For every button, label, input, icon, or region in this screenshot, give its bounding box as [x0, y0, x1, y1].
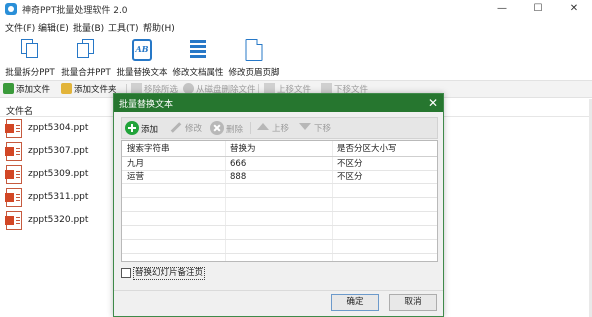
split-ppt-button[interactable]: 批量拆分PPT: [2, 36, 58, 78]
table-cell[interactable]: 888: [230, 172, 246, 183]
column-header-replace[interactable]: 替换为: [230, 144, 256, 155]
replace-text-button[interactable]: AB 批量替换文本: [114, 36, 170, 78]
file-row[interactable]: zppt5304.ppt: [5, 119, 126, 139]
column-header-search[interactable]: 搜索字符串: [127, 144, 170, 155]
main-toolbar: 批量拆分PPT 批量合并PPT AB 批量替换文本 修改文档属性 修改页眉页脚: [0, 36, 592, 78]
replace-text-dialog: 批量替换文本 ✕ 添加 修改 删除 上移 下移 搜索字符串 替换为 是否分区大小…: [113, 93, 444, 317]
merge-docs-icon: [77, 39, 95, 59]
add-folder-button[interactable]: 添加文件夹: [61, 83, 117, 97]
file-row[interactable]: zppt5311.ppt: [5, 188, 126, 208]
merge-ppt-button[interactable]: 批量合并PPT: [58, 36, 114, 78]
table-cell[interactable]: 不区分: [337, 159, 363, 170]
ppt-file-icon: [5, 188, 22, 207]
column-header-case[interactable]: 是否分区大小写: [337, 144, 397, 155]
header-footer-page-icon: [245, 39, 263, 61]
ok-button[interactable]: 确定: [331, 294, 379, 311]
file-name: zppt5309.ppt: [28, 169, 89, 179]
file-row[interactable]: zppt5320.ppt: [5, 211, 126, 231]
move-down-rule-button[interactable]: 下移: [299, 121, 331, 137]
split-ppt-label: 批量拆分PPT: [5, 68, 55, 78]
menu-tools[interactable]: 工具(T): [108, 21, 139, 34]
ppt-file-icon: [5, 165, 22, 184]
window-title: 神奇PPT批量处理软件 2.0: [22, 6, 128, 16]
add-rule-button[interactable]: 添加: [125, 121, 158, 137]
file-name: zppt5304.ppt: [28, 123, 89, 133]
replace-rules-table: 搜索字符串 替换为 是否分区大小写 九月 666 不区分 运营 888 不区分: [121, 140, 438, 262]
main-window: 神奇PPT批量处理软件 2.0 — ☐ ✕ 文件(F) 编辑(E) 批量(B) …: [0, 0, 592, 317]
menu-edit[interactable]: 编辑(E): [38, 21, 69, 34]
header-footer-label: 修改页眉页脚: [228, 68, 280, 78]
maximize-button[interactable]: ☐: [524, 1, 552, 17]
minimize-button[interactable]: —: [488, 1, 516, 17]
file-name: zppt5311.ppt: [28, 192, 89, 202]
menu-help[interactable]: 帮助(H): [143, 21, 175, 34]
replace-text-icon: AB: [132, 39, 152, 61]
properties-list-icon: [190, 39, 206, 59]
replace-notes-label[interactable]: 替换幻灯片备注页: [133, 267, 206, 280]
replace-notes-checkbox[interactable]: [121, 268, 131, 278]
ppt-file-icon: [5, 142, 22, 161]
menu-batch[interactable]: 批量(B): [73, 21, 104, 34]
replace-text-label: 批量替换文本: [116, 68, 168, 78]
file-row[interactable]: zppt5309.ppt: [5, 165, 126, 185]
move-up-rule-button[interactable]: 上移: [257, 121, 289, 137]
ppt-file-icon: [5, 119, 22, 138]
table-cell[interactable]: 九月: [127, 159, 144, 170]
table-cell[interactable]: 666: [230, 159, 246, 170]
file-name: zppt5320.ppt: [28, 215, 89, 225]
add-file-icon: [3, 83, 14, 94]
file-row[interactable]: zppt5307.ppt: [5, 142, 126, 162]
delete-x-icon: [210, 121, 224, 135]
pencil-icon: [170, 122, 182, 133]
down-arrow-icon: [299, 123, 311, 130]
add-folder-icon: [61, 83, 72, 94]
dialog-toolbar: 添加 修改 删除 上移 下移: [121, 117, 438, 139]
header-footer-button[interactable]: 修改页眉页脚: [226, 36, 282, 78]
dialog-title-bar: 批量替换文本 ✕: [114, 94, 443, 112]
table-cell[interactable]: 不区分: [337, 172, 363, 183]
table-cell[interactable]: 运营: [127, 172, 144, 183]
plus-icon: [125, 121, 139, 135]
file-name: zppt5307.ppt: [28, 146, 89, 156]
dialog-close-button[interactable]: ✕: [428, 95, 438, 111]
dialog-title: 批量替换文本: [119, 100, 174, 110]
merge-ppt-label: 批量合并PPT: [61, 68, 111, 78]
ppt-file-icon: [5, 211, 22, 230]
delete-rule-button[interactable]: 删除: [210, 121, 243, 137]
split-docs-icon: [21, 39, 39, 59]
app-logo-icon: [5, 3, 17, 15]
cancel-button[interactable]: 取消: [389, 294, 437, 311]
doc-properties-button[interactable]: 修改文档属性: [170, 36, 226, 78]
title-bar: 神奇PPT批量处理软件 2.0 — ☐ ✕: [0, 0, 592, 18]
add-file-button[interactable]: 添加文件: [3, 83, 50, 97]
menu-file[interactable]: 文件(F): [5, 21, 35, 34]
edit-rule-button[interactable]: 修改: [170, 121, 202, 137]
up-arrow-icon: [257, 123, 269, 130]
doc-properties-label: 修改文档属性: [172, 68, 224, 78]
close-button[interactable]: ✕: [560, 1, 588, 17]
